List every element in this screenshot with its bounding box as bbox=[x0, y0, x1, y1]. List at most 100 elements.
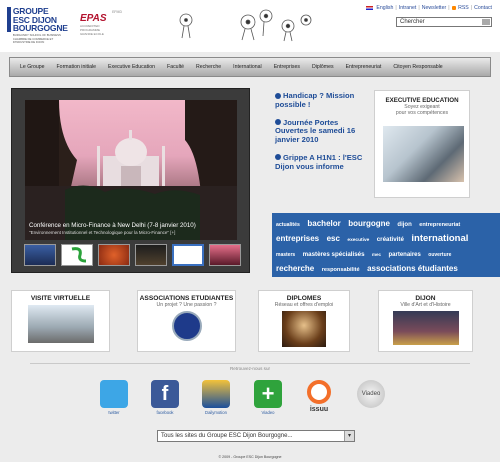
search-button[interactable] bbox=[482, 19, 490, 25]
search-input[interactable]: Chercher bbox=[396, 17, 492, 27]
search-icon bbox=[275, 119, 281, 126]
dailymotion-icon bbox=[202, 380, 230, 408]
box-title: ASSOCIATIONS ETUDIANTES bbox=[139, 295, 234, 302]
search-icon bbox=[275, 154, 281, 161]
tag-bourgogne[interactable]: bourgogne bbox=[348, 219, 390, 228]
link-newsletter[interactable]: Newsletter bbox=[422, 5, 447, 11]
box-image bbox=[392, 311, 459, 345]
tag-masters[interactable]: masters bbox=[276, 252, 295, 258]
news-list: Handicap ? Mission possible ! Journée Po… bbox=[275, 91, 368, 181]
box-image bbox=[282, 311, 326, 347]
tag-dijon[interactable]: dijon bbox=[397, 222, 411, 228]
exec-sub2: pour vos compétences bbox=[395, 110, 449, 116]
divider bbox=[30, 363, 470, 364]
link-english[interactable]: English bbox=[376, 5, 393, 11]
logo-sub2: CHAMBRE DE COMMERCE ET D'INDUSTRIE DE DI… bbox=[12, 36, 54, 45]
box-title: VISITE VIRTUELLE bbox=[30, 295, 91, 302]
slide-caption-sub: "Environnement Institutionnel et Technol… bbox=[29, 230, 176, 235]
tag-mec[interactable]: mec bbox=[372, 252, 381, 257]
nav-le-groupe[interactable]: Le Groupe bbox=[14, 64, 51, 70]
epas-badge: EFMD EPAS ACCREDITED PROGRAMME GRANDE EC… bbox=[80, 10, 122, 36]
news-item-grippe[interactable]: Grippe A H1N1 : l'ESC Dijon vous informe bbox=[275, 153, 368, 172]
box-associations[interactable]: ASSOCIATIONS ETUDIANTES Un projet ? Une … bbox=[137, 290, 236, 352]
association-logo-icon bbox=[171, 311, 202, 341]
tag-mastères-spécialisés[interactable]: mastères spécialisés bbox=[303, 251, 365, 258]
tag-cloud: actualités bachelor bourgogne dijon entr… bbox=[272, 213, 500, 277]
tag-recherche[interactable]: recherche bbox=[276, 264, 314, 273]
main-nav: Le Groupe Formation initiale Executive E… bbox=[9, 57, 491, 77]
nav-faculte[interactable]: Faculté bbox=[161, 64, 190, 70]
sites-select-value: Tous les sites du Groupe ESC Dijon Bourg… bbox=[161, 433, 293, 439]
link-rss[interactable]: RSS bbox=[458, 5, 469, 11]
executive-education-box[interactable]: EXECUTIVE EDUCATION Soyez exigeant pour … bbox=[374, 90, 470, 198]
box-sub: Réseau et offres d'emploi bbox=[274, 302, 334, 308]
nav-recherche[interactable]: Recherche bbox=[190, 64, 227, 70]
logo-line3: BOURGOGNE bbox=[12, 23, 68, 33]
nav-citoyen-responsable[interactable]: Citoyen Responsable bbox=[387, 64, 448, 70]
tag-entreprises[interactable]: entreprises bbox=[276, 234, 319, 243]
nav-entrepreneuriat[interactable]: Entrepreneuriat bbox=[340, 64, 388, 70]
social-issuu[interactable]: issuu bbox=[303, 380, 335, 413]
thumb-2[interactable] bbox=[61, 244, 93, 266]
exec-photo bbox=[383, 126, 464, 182]
plus-icon: + bbox=[254, 380, 282, 408]
tag-ouverture[interactable]: ouverture bbox=[428, 252, 451, 258]
tag-actualités[interactable]: actualités bbox=[276, 222, 300, 228]
tag-entrepreneuriat[interactable]: entrepreneuriat bbox=[419, 222, 460, 228]
tag-bachelor[interactable]: bachelor bbox=[307, 219, 340, 228]
nav-entreprises[interactable]: Entreprises bbox=[268, 64, 306, 70]
nav-formation-initiale[interactable]: Formation initiale bbox=[51, 64, 103, 70]
news-item-portes-ouvertes[interactable]: Journée Portes Ouvertes le samedi 16 jan… bbox=[275, 118, 368, 145]
nav-executive-education[interactable]: Executive Education bbox=[102, 64, 161, 70]
epas-sub3: GRANDE ECOLE bbox=[80, 32, 104, 36]
tag-international[interactable]: international bbox=[411, 233, 468, 244]
sites-select[interactable]: Tous les sites du Groupe ESC Dijon Bourg… bbox=[157, 430, 355, 442]
thumb-4[interactable] bbox=[135, 244, 167, 266]
box-visite-virtuelle[interactable]: VISITE VIRTUELLE bbox=[11, 290, 110, 352]
exec-title: EXECUTIVE EDUCATION bbox=[385, 97, 459, 104]
logo-bar bbox=[7, 7, 11, 32]
tag-responsabilité[interactable]: responsabilité bbox=[322, 267, 360, 273]
slide-thumbnails bbox=[24, 244, 241, 266]
social-twitter[interactable]: twitter bbox=[98, 380, 130, 415]
box-sub: Ville d'Art et d'Histoire bbox=[400, 302, 451, 308]
social-viadeo[interactable]: + Viadeo bbox=[252, 380, 284, 415]
search-icon bbox=[275, 92, 281, 99]
footer: © 2009 - Groupe ESC Dijon Bourgogne bbox=[218, 455, 282, 459]
nav-international[interactable]: International bbox=[227, 64, 268, 70]
thumb-3[interactable] bbox=[98, 244, 130, 266]
thumb-6[interactable] bbox=[209, 244, 241, 266]
tag-esc[interactable]: esc bbox=[327, 234, 340, 243]
slide-caption[interactable]: Conférence en Micro-Finance à New Delhi … bbox=[29, 222, 234, 236]
retrouvez-label: Retrouvez-nous sur bbox=[229, 366, 271, 371]
tag-partenaires[interactable]: partenaires bbox=[388, 252, 420, 258]
box-dijon[interactable]: DIJON Ville d'Art et d'Histoire bbox=[378, 290, 473, 352]
nav-diplomes[interactable]: Diplômes bbox=[306, 64, 340, 70]
issuu-icon bbox=[307, 380, 331, 404]
thumb-5[interactable] bbox=[172, 244, 204, 266]
link-contact[interactable]: Contact bbox=[474, 5, 492, 11]
box-diplomes[interactable]: DIPLOMES Réseau et offres d'emploi bbox=[258, 290, 350, 352]
twitter-icon bbox=[100, 380, 128, 408]
search-value: Chercher bbox=[400, 19, 425, 25]
tag-executive[interactable]: executive bbox=[347, 238, 369, 243]
slide-caption-title: Conférence en Micro-Finance à New Delhi … bbox=[29, 222, 196, 229]
top-links: English | Intranet | Newsletter | RSS | … bbox=[366, 5, 492, 11]
box-image bbox=[27, 305, 94, 343]
logo[interactable]: GROUPE ESC DIJON BOURGOGNE BURGUNDY SCHO… bbox=[7, 7, 69, 44]
social-round-badge[interactable]: Viadeo bbox=[355, 380, 387, 408]
link-intranet[interactable]: Intranet bbox=[399, 5, 417, 11]
box-sub: Un projet ? Une passion ? bbox=[156, 302, 217, 308]
taj-mahal-illustration bbox=[25, 100, 237, 240]
thumb-1[interactable] bbox=[24, 244, 56, 266]
tag-associations-étudiantes[interactable]: associations étudiantes bbox=[367, 264, 458, 273]
tag-créativité[interactable]: créativité bbox=[377, 236, 404, 243]
box-title: DIJON bbox=[415, 295, 436, 302]
social-dailymotion[interactable]: Dailymotion bbox=[200, 380, 232, 415]
slide-image-taj-mahal[interactable] bbox=[25, 100, 237, 240]
viadeo-round-icon: Viadeo bbox=[357, 380, 385, 408]
facebook-icon: f bbox=[151, 380, 179, 408]
page: GROUPE ESC DIJON BOURGOGNE BURGUNDY SCHO… bbox=[0, 0, 500, 462]
social-facebook[interactable]: f facebook bbox=[149, 380, 181, 415]
news-item-handicap[interactable]: Handicap ? Mission possible ! bbox=[275, 91, 368, 110]
